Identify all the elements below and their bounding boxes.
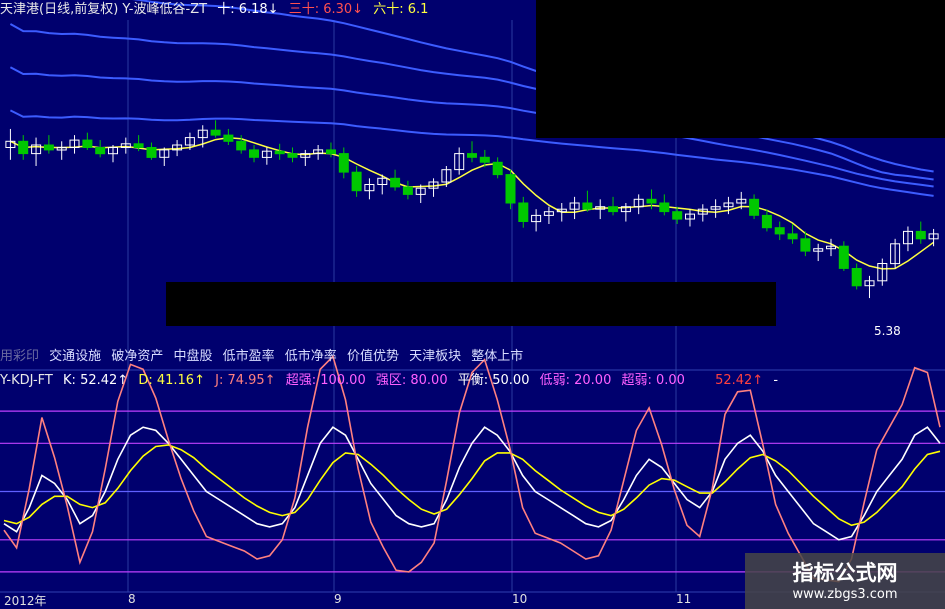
candle-body [659,202,670,213]
candle-body [492,161,503,176]
kdj-tail: - [773,373,779,388]
redaction-middle [166,282,776,326]
kdj-series-j [3,354,941,583]
redaction-top-right [536,0,945,138]
candle-body [505,174,516,204]
candle-body [146,147,157,158]
candle-body [249,149,259,158]
watermark: 指标公式网 www.zbgs3.com [745,553,945,609]
candle-body [582,202,593,210]
candle-body [646,198,657,204]
candle-body [210,129,221,136]
kdj-super-weak: 超弱: 0.00 [621,373,685,388]
watermark-title: 指标公式网 [792,561,898,585]
candle-body [82,139,93,149]
date-label: 10 [512,592,528,606]
candle-body [351,171,362,192]
tags-prefix: 用彩印 [0,349,40,364]
ma60-label: 六十: 6.1 [373,2,429,17]
tag[interactable]: 破净资产 [111,349,163,364]
watermark-url: www.zbgs3.com [792,587,898,602]
candle-body [774,227,785,235]
tag[interactable]: 整体上市 [471,349,523,364]
tag[interactable]: 天津板块 [409,349,461,364]
candle-body [749,198,760,216]
tag[interactable]: 价值优势 [347,349,399,364]
kdj-k-right: 52.42↑ [715,373,764,388]
candle-body [915,230,926,240]
candle-body [338,153,349,173]
kdj-name[interactable]: Y-KDJ-FT [0,373,53,388]
tag[interactable]: 中盘股 [173,349,212,364]
date-label: 11 [676,592,692,606]
candle-body [761,214,772,229]
candle-body [851,268,862,287]
candle-body [608,206,619,213]
candle-body [672,211,683,220]
kdj-k: K: 52.42↑ [63,373,129,388]
date-label: 9 [334,592,342,606]
date-label: 8 [128,592,136,606]
candle-body [800,238,811,252]
candle-body [518,202,529,222]
ma10-label: 十: 6.18↓ [217,2,279,17]
candle-body [223,134,234,142]
candle-body [133,143,144,149]
chart-title: 天津港(日线,前复权) Y-波峰低谷-ZT [0,2,208,17]
kdj-super-strong: 超强: 100.00 [285,373,366,388]
tag[interactable]: 交通设施 [49,349,101,364]
stock-chart-screen: 天津港(日线,前复权) Y-波峰低谷-ZT 十: 6.18↓ 三十: 6.30↓… [0,0,945,609]
candle-body [236,140,247,151]
chart-header: 天津港(日线,前复权) Y-波峰低谷-ZT 十: 6.18↓ 三十: 6.30↓… [0,0,434,20]
candle-body [402,186,413,195]
candle-body [95,147,106,155]
candle-body [43,144,54,151]
kdj-series-d [3,444,941,527]
candle-body [390,177,401,188]
kdj-balance: 平衡: 50.00 [457,373,530,388]
ma30-label: 三十: 6.30↓ [288,2,364,17]
candle-body [274,150,285,155]
candle-body [479,156,490,163]
candle-body [287,153,298,158]
kdj-strong: 强区: 80.00 [375,373,448,388]
concept-tags: 用彩印 交通设施 破净资产 中盘股 低市盈率 低市净率 价值优势 天津板块 整体… [0,348,529,366]
candle-body [18,140,29,155]
kdj-indicator-bar: Y-KDJ-FT K: 52.42↑ D: 41.16↑ J: 74.95↑ 超… [0,372,784,390]
candle-body [838,245,849,269]
candle-body [467,153,477,158]
candle-body [326,149,336,155]
low-price-label: 5.38 [874,324,901,338]
kdj-weak: 低弱: 20.00 [539,373,612,388]
kdj-d: D: 41.16↑ [138,373,205,388]
kdj-series-k [3,426,941,541]
candle-body [787,233,798,240]
tag[interactable]: 低市净率 [285,349,337,364]
tag[interactable]: 低市盈率 [223,349,275,364]
date-label: 2012年 [4,594,47,608]
kdj-j: J: 74.95↑ [215,373,276,388]
